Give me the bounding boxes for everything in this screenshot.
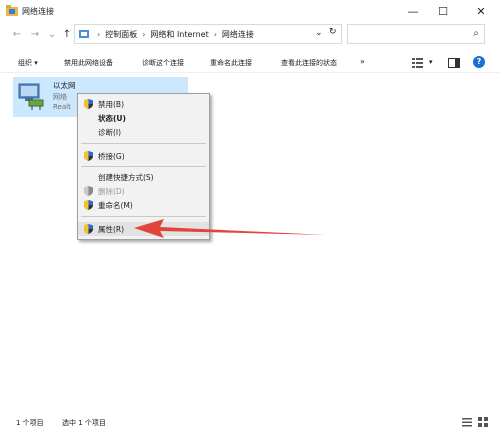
view-status-button[interactable]: 查看此连接的状态 xyxy=(281,58,337,68)
breadcrumb-network-internet[interactable]: 网络和 Internet xyxy=(150,29,208,40)
breadcrumb-network-connections[interactable]: 网络连接 xyxy=(222,29,254,40)
breadcrumb-sep: › xyxy=(97,29,101,39)
menu-item-create-shortcut[interactable]: 创建快捷方式(S) xyxy=(78,170,209,184)
menu-separator xyxy=(81,216,206,217)
address-dropdown-icon[interactable]: ⌄ xyxy=(315,28,323,38)
red-arrow-annotation xyxy=(134,219,326,238)
menu-label: 重命名(M) xyxy=(98,201,133,210)
adapter-name: 以太网 xyxy=(53,81,76,90)
control-panel-icon xyxy=(79,30,89,38)
menu-label: 属性(R) xyxy=(98,225,125,234)
organize-button[interactable]: 组织 ▾ xyxy=(18,58,38,68)
menu-separator xyxy=(81,143,206,144)
menu-item-disable[interactable]: 禁用(B) xyxy=(78,97,209,111)
window-title: 网络连接 xyxy=(22,7,54,16)
search-input[interactable]: ⌕ xyxy=(347,24,485,44)
network-folder-icon xyxy=(6,5,18,16)
menu-label: 禁用(B) xyxy=(98,100,124,109)
minimize-button[interactable]: — xyxy=(398,0,428,22)
menu-label: 状态(U) xyxy=(98,114,126,123)
command-toolbar: 组织 ▾ 禁用此网络设备 诊断这个连接 重命名此连接 查看此连接的状态 » ▾ … xyxy=(0,53,500,73)
status-bar: 1 个项目 选中 1 个项目 xyxy=(0,415,500,429)
selected-count: 选中 1 个项目 xyxy=(62,419,106,427)
diagnose-button[interactable]: 诊断这个连接 xyxy=(142,58,184,68)
shield-icon xyxy=(84,151,93,161)
breadcrumb-sep: › xyxy=(142,29,146,39)
breadcrumb-sep: › xyxy=(213,29,217,39)
disable-device-button[interactable]: 禁用此网络设备 xyxy=(64,58,113,68)
details-view-icon[interactable] xyxy=(462,417,472,427)
up-arrow-icon[interactable]: ↑ xyxy=(60,27,74,41)
menu-item-bridge[interactable]: 桥接(G) xyxy=(78,149,209,163)
change-view-icon[interactable] xyxy=(412,58,424,68)
preview-pane-icon[interactable] xyxy=(448,58,460,68)
back-arrow-icon[interactable]: ← xyxy=(10,27,24,41)
item-count: 1 个项目 xyxy=(16,419,44,427)
menu-label: 诊断(I) xyxy=(98,128,122,137)
close-button[interactable]: ✕ xyxy=(466,0,496,22)
view-dropdown-icon[interactable]: ▾ xyxy=(429,58,433,66)
title-bar: 网络连接 — ☐ ✕ xyxy=(0,0,500,22)
recent-locations-icon[interactable]: ⌄ xyxy=(45,27,59,41)
shield-icon xyxy=(84,186,93,196)
menu-item-delete: 删除(D) xyxy=(78,184,209,198)
shield-icon xyxy=(84,200,93,210)
forward-arrow-icon[interactable]: → xyxy=(28,27,42,41)
help-icon[interactable]: ? xyxy=(473,56,485,68)
menu-item-rename[interactable]: 重命名(M) xyxy=(78,198,209,212)
menu-item-diagnose[interactable]: 诊断(I) xyxy=(78,125,209,139)
breadcrumb-control-panel[interactable]: 控制面板 xyxy=(105,29,137,40)
address-bar[interactable]: › 控制面板 › 网络和 Internet › 网络连接 ⌄ ↻ xyxy=(74,24,342,44)
menu-label: 创建快捷方式(S) xyxy=(98,173,154,182)
maximize-button[interactable]: ☐ xyxy=(428,0,458,22)
rename-connection-button[interactable]: 重命名此连接 xyxy=(210,58,252,68)
menu-label: 删除(D) xyxy=(98,187,125,196)
refresh-icon[interactable]: ↻ xyxy=(329,27,337,37)
shield-icon xyxy=(84,99,93,109)
shield-icon xyxy=(84,224,93,234)
more-commands-button[interactable]: » xyxy=(360,57,365,66)
menu-item-status[interactable]: 状态(U) xyxy=(78,111,209,125)
menu-separator xyxy=(81,166,206,167)
network-adapter-icon xyxy=(18,83,44,110)
adapter-network: 网络 xyxy=(53,93,67,101)
menu-label: 桥接(G) xyxy=(98,152,125,161)
large-icons-view-icon[interactable] xyxy=(478,417,488,427)
search-icon: ⌕ xyxy=(473,28,479,39)
adapter-device: Realt xyxy=(53,103,71,111)
